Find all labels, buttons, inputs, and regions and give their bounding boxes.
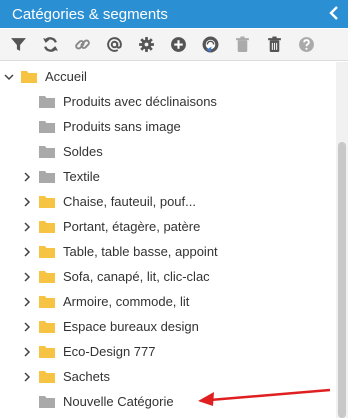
gear-icon[interactable] (134, 33, 158, 57)
tree-item-label: Soldes (63, 144, 103, 159)
tree-item[interactable]: Produits avec déclinaisons (20, 89, 217, 114)
tree-item[interactable]: Sachets (20, 364, 110, 389)
at-icon[interactable] (102, 33, 126, 57)
folder-icon (39, 220, 55, 233)
tree-item-label: Produits sans image (63, 119, 181, 134)
tree-item-label: Table, table basse, appoint (63, 244, 218, 259)
tree-item[interactable]: Portant, étagère, patère (20, 214, 200, 239)
category-tree: Accueil Produits avec déclinaisons Produi… (0, 62, 334, 418)
tree-item-label: Nouvelle Catégorie (63, 394, 174, 409)
tree-item[interactable]: Soldes (20, 139, 103, 164)
tree-item[interactable]: Nouvelle Catégorie (20, 389, 174, 414)
trash-icon[interactable] (230, 33, 254, 57)
delete-icon[interactable] (262, 33, 286, 57)
add-circle-icon[interactable] (166, 33, 190, 57)
tree-item-label: Armoire, commode, lit (63, 294, 190, 309)
folder-icon (39, 120, 55, 133)
tree-item-label: Sofa, canapé, lit, clic-clac (63, 269, 210, 284)
folder-icon (39, 270, 55, 283)
toolbar (0, 29, 348, 61)
chevron-right-icon[interactable] (20, 345, 34, 359)
chevron-right-icon[interactable] (20, 245, 34, 259)
panel-title: Catégories & segments (12, 5, 168, 23)
scrollbar-thumb[interactable] (338, 142, 346, 418)
chevron-right-icon[interactable] (20, 370, 34, 384)
link-icon[interactable] (70, 33, 94, 57)
tree-item[interactable]: Chaise, fauteuil, pouf... (20, 189, 196, 214)
tree-item-label: Sachets (63, 369, 110, 384)
tree-item-label: Textile (63, 169, 100, 184)
chevron-right-icon[interactable] (20, 195, 34, 209)
tree-item[interactable]: Espace bureaux design (20, 314, 199, 339)
refresh-icon[interactable] (38, 33, 62, 57)
folder-icon (39, 245, 55, 258)
scrollbar[interactable] (336, 62, 348, 418)
folder-icon (39, 345, 55, 358)
chevron-left-icon[interactable] (320, 4, 348, 25)
tree-item[interactable]: Table, table basse, appoint (20, 239, 218, 264)
tree-item[interactable]: Sofa, canapé, lit, clic-clac (20, 264, 210, 289)
tree-item[interactable]: Eco-Design 777 (20, 339, 156, 364)
tree-item[interactable]: Textile (20, 164, 100, 189)
help-icon[interactable] (294, 33, 318, 57)
tree-item[interactable]: Armoire, commode, lit (20, 289, 189, 314)
filter-icon[interactable] (6, 33, 30, 57)
tree-item-label: Eco-Design 777 (63, 344, 156, 359)
folder-icon (39, 170, 55, 183)
tree-item-label: Portant, étagère, patère (63, 219, 201, 234)
panel-header: Catégories & segments (0, 0, 348, 28)
tree-root-label: Accueil (45, 69, 87, 84)
chevron-right-icon[interactable] (20, 170, 34, 184)
folder-icon (39, 320, 55, 333)
folder-icon (39, 370, 55, 383)
tree-item[interactable]: Produits sans image (20, 114, 181, 139)
folder-icon (39, 145, 55, 158)
folder-icon (21, 70, 37, 83)
tree-root[interactable]: Accueil (2, 64, 87, 89)
folder-icon (39, 95, 55, 108)
chevron-right-icon[interactable] (20, 270, 34, 284)
folder-icon (39, 395, 55, 408)
sync-icon[interactable] (198, 33, 222, 57)
tree-item-label: Espace bureaux design (63, 319, 199, 334)
chevron-down-icon[interactable] (2, 70, 16, 84)
chevron-right-icon[interactable] (20, 295, 34, 309)
folder-icon (39, 295, 55, 308)
tree-item-label: Chaise, fauteuil, pouf... (63, 194, 196, 209)
tree-item-label: Produits avec déclinaisons (63, 94, 217, 109)
chevron-right-icon[interactable] (20, 220, 34, 234)
annotation-arrow (198, 388, 331, 406)
folder-icon (39, 195, 55, 208)
chevron-right-icon[interactable] (20, 320, 34, 334)
